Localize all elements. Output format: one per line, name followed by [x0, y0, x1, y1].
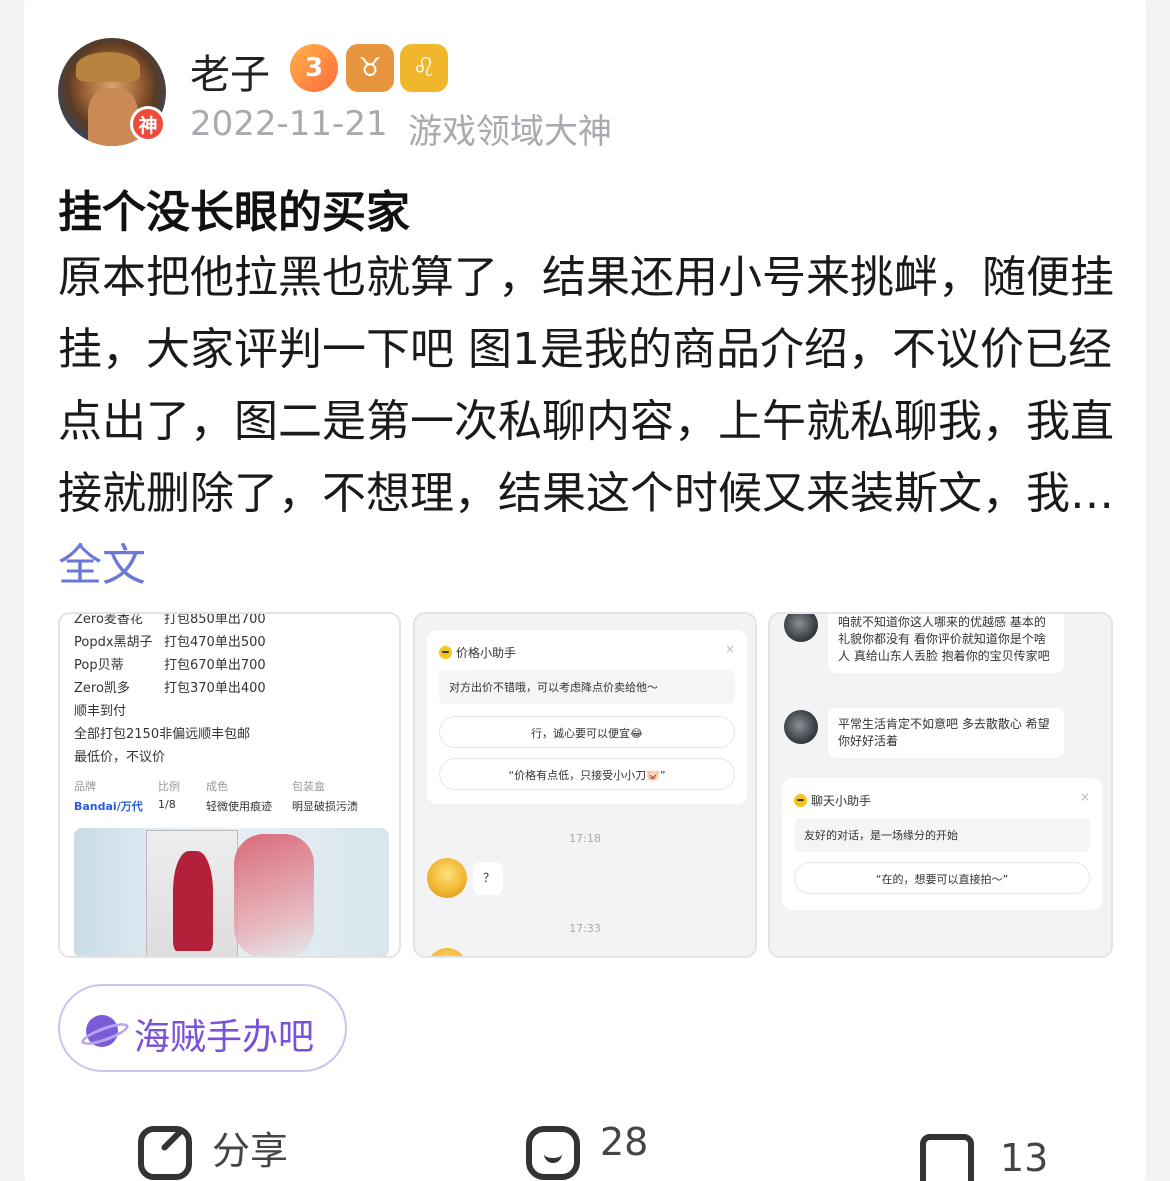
helper-header: 价格小助手 — [439, 644, 516, 661]
product-price: 打包470单出500 — [164, 635, 266, 650]
spec-box: 明显破损污渍 — [292, 800, 358, 813]
comment-icon[interactable] — [526, 1126, 580, 1180]
chat-time: 17:18 — [569, 832, 601, 845]
chat-bubble: ？ — [473, 862, 503, 895]
post-date: 2022-11-21 — [190, 104, 388, 144]
chat-time: 17:33 — [569, 922, 601, 935]
buyer-avatar — [427, 948, 467, 956]
spec-header-box: 包装盒 — [292, 780, 325, 793]
chat-icon — [439, 646, 452, 659]
product-price: 打包370单出400 — [164, 681, 266, 696]
post-image-3[interactable]: 咱就不知道你这人哪来的优越感 基本的礼貌你都没有 看你评价就知道你是个啥人 真给… — [768, 612, 1113, 958]
author-tag: 游戏领域大神 — [408, 112, 612, 152]
product-name: Zero凯多 — [74, 681, 130, 696]
helper-header: 聊天小助手 — [794, 792, 871, 809]
post-body[interactable]: 原本把他拉黑也就算了，结果还用小号来挑衅，随便挂挂，大家评判一下吧 图1是我的商… — [58, 242, 1118, 602]
post-title: 挂个没长眼的买家 — [58, 187, 410, 238]
product-line: Pop贝蒂 打包670单出700 — [74, 654, 266, 673]
helper-title: 价格小助手 — [456, 646, 517, 660]
suggestion-button[interactable]: 行，诚心要可以便宜😂 — [439, 716, 735, 748]
post-image-1[interactable]: Zero麦香花 打包850单出700 Popdx黑胡子 打包470单出500 Pop… — [58, 612, 401, 958]
author-name[interactable]: 老子 — [190, 42, 270, 100]
level-badge-icon[interactable]: 3 — [290, 44, 338, 92]
spec-header-scale: 比例 — [158, 780, 180, 793]
close-icon[interactable]: × — [1080, 790, 1090, 804]
suggestion-button[interactable]: “价格有点低，只接受小小刀🐷” — [439, 758, 735, 790]
post-image-2[interactable]: 价格小助手 × 对方出价不错哦，可以考虑降点价卖给他～ 行，诚心要可以便宜😂 “… — [413, 612, 757, 958]
planet-icon — [86, 1015, 118, 1047]
product-name: Zero麦香花 — [74, 612, 143, 627]
helper-title: 聊天小助手 — [811, 794, 872, 808]
product-line: Zero麦香花 打包850单出700 — [74, 612, 266, 627]
avatar-hat — [76, 52, 140, 82]
close-icon[interactable]: × — [725, 642, 735, 656]
community-name: 海贼手办吧 — [134, 1017, 315, 1058]
buyer-avatar — [427, 858, 467, 898]
chat-icon — [794, 794, 807, 807]
red-decoration — [234, 834, 314, 956]
like-count[interactable]: 13 — [1000, 1136, 1048, 1180]
spec-header-brand: 品牌 — [74, 780, 96, 793]
product-name: Pop贝蒂 — [74, 658, 124, 673]
product-price: 打包670单出700 — [164, 658, 266, 673]
buyer-avatar — [784, 710, 818, 744]
community-tag[interactable]: 海贼手办吧 — [58, 984, 347, 1072]
lowest-price-line: 最低价，不议价 — [74, 750, 166, 765]
price-helper-card: 价格小助手 × 对方出价不错哦，可以考虑降点价卖给他～ 行，诚心要可以便宜😂 “… — [427, 630, 747, 804]
chat-bubble: 平常生活肯定不如意吧 多去散散心 希望你好好活着 — [828, 708, 1064, 758]
shen-badge: 神 — [130, 106, 166, 142]
bundle-line: 全部打包2150非偏远顺丰包邮 — [74, 727, 251, 742]
leo-badge-icon[interactable]: ♌ — [400, 44, 448, 92]
product-name: Popdx黑胡子 — [74, 635, 153, 650]
figure — [173, 851, 213, 951]
product-photo — [74, 828, 389, 956]
full-text-link[interactable]: 全文 — [58, 540, 146, 591]
helper-message: 对方出价不错哦，可以考虑降点价卖给他～ — [439, 670, 735, 704]
helper-message: 友好的对话，是一场缘分的开始 — [794, 818, 1090, 852]
chat-helper-card: 聊天小助手 × 友好的对话，是一场缘分的开始 “在的，想要可以直接拍～” — [782, 778, 1102, 910]
spec-condition: 轻微使用痕迹 — [206, 800, 272, 813]
spec-brand: Bandai/万代 — [74, 800, 143, 813]
shipping-line: 顺丰到付 — [74, 704, 127, 719]
post-body-text: 原本把他拉黑也就算了，结果还用小号来挑衅，随便挂挂，大家评判一下吧 图1是我的商… — [58, 252, 1114, 519]
share-icon[interactable] — [138, 1126, 192, 1180]
product-line: Popdx黑胡子 打包470单出500 — [74, 631, 266, 650]
chat-bubble: 咱就不知道你这人哪来的优越感 基本的礼貌你都没有 看你评价就知道你是个啥人 真给… — [828, 614, 1064, 673]
like-icon[interactable] — [920, 1134, 974, 1181]
spec-header-condition: 成色 — [206, 780, 228, 793]
taurus-badge-icon[interactable]: ♉ — [346, 44, 394, 92]
spec-scale: 1/8 — [158, 798, 176, 811]
suggestion-button[interactable]: “在的，想要可以直接拍～” — [794, 862, 1090, 894]
comment-count[interactable]: 28 — [600, 1120, 648, 1164]
product-price: 打包850单出700 — [164, 612, 266, 627]
figure-box — [146, 830, 238, 956]
buyer-avatar — [784, 614, 818, 642]
product-line: Zero凯多 打包370单出400 — [74, 677, 266, 696]
share-button[interactable]: 分享 — [212, 1120, 288, 1175]
